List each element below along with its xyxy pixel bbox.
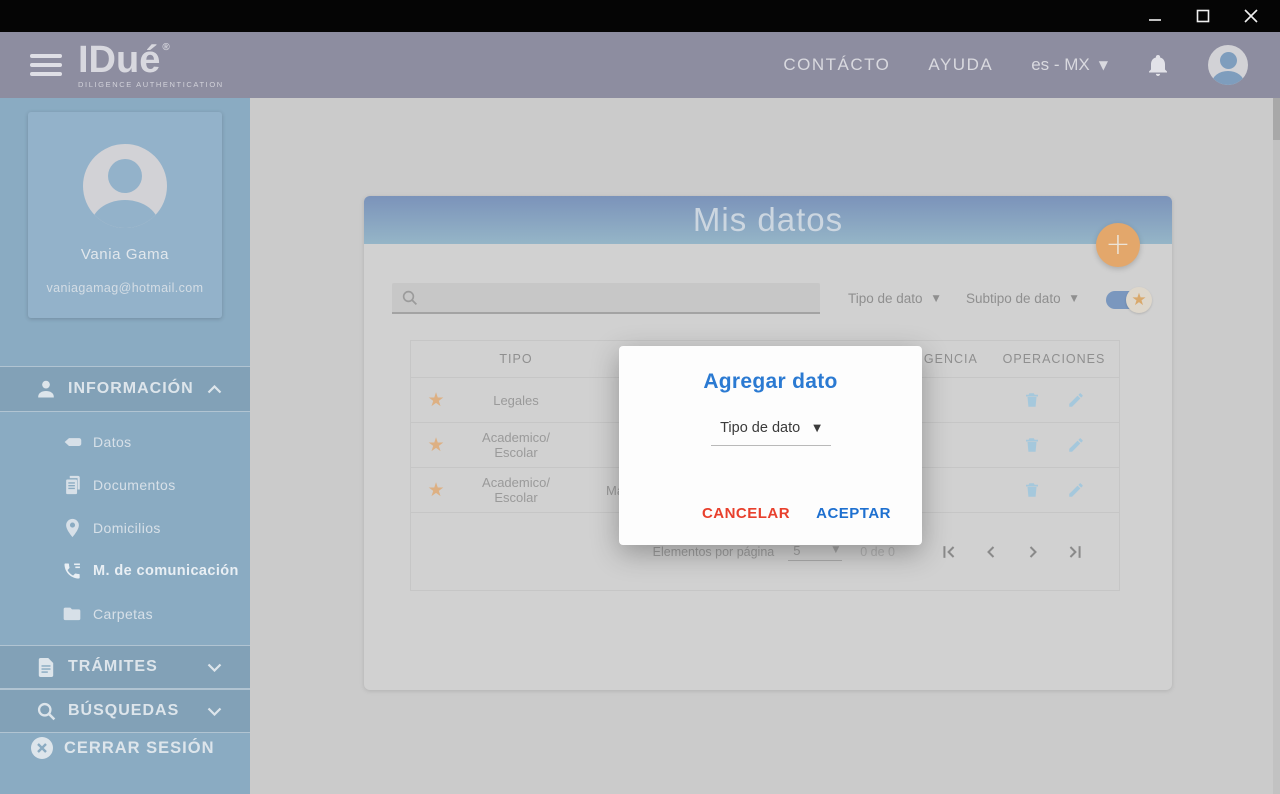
screen: IDué ® DILIGENCE AUTHENTICATION CONTÁCTO… xyxy=(0,0,1280,794)
dialog-title: Agregar dato xyxy=(703,370,838,393)
minimize-icon[interactable] xyxy=(1138,3,1172,29)
agregar-dato-dialog: Agregar dato Tipo de dato ▼ CANCELAR ACE… xyxy=(619,346,922,545)
accept-button[interactable]: ACEPTAR xyxy=(816,505,891,522)
cancel-button[interactable]: CANCELAR xyxy=(702,505,790,522)
close-icon[interactable] xyxy=(1234,3,1268,29)
os-titlebar xyxy=(0,0,1280,32)
maximize-icon[interactable] xyxy=(1186,3,1220,29)
chevron-down-icon: ▼ xyxy=(813,422,821,434)
select-label: Tipo de dato xyxy=(720,420,801,436)
tipo-de-dato-select[interactable]: Tipo de dato ▼ xyxy=(710,420,831,446)
